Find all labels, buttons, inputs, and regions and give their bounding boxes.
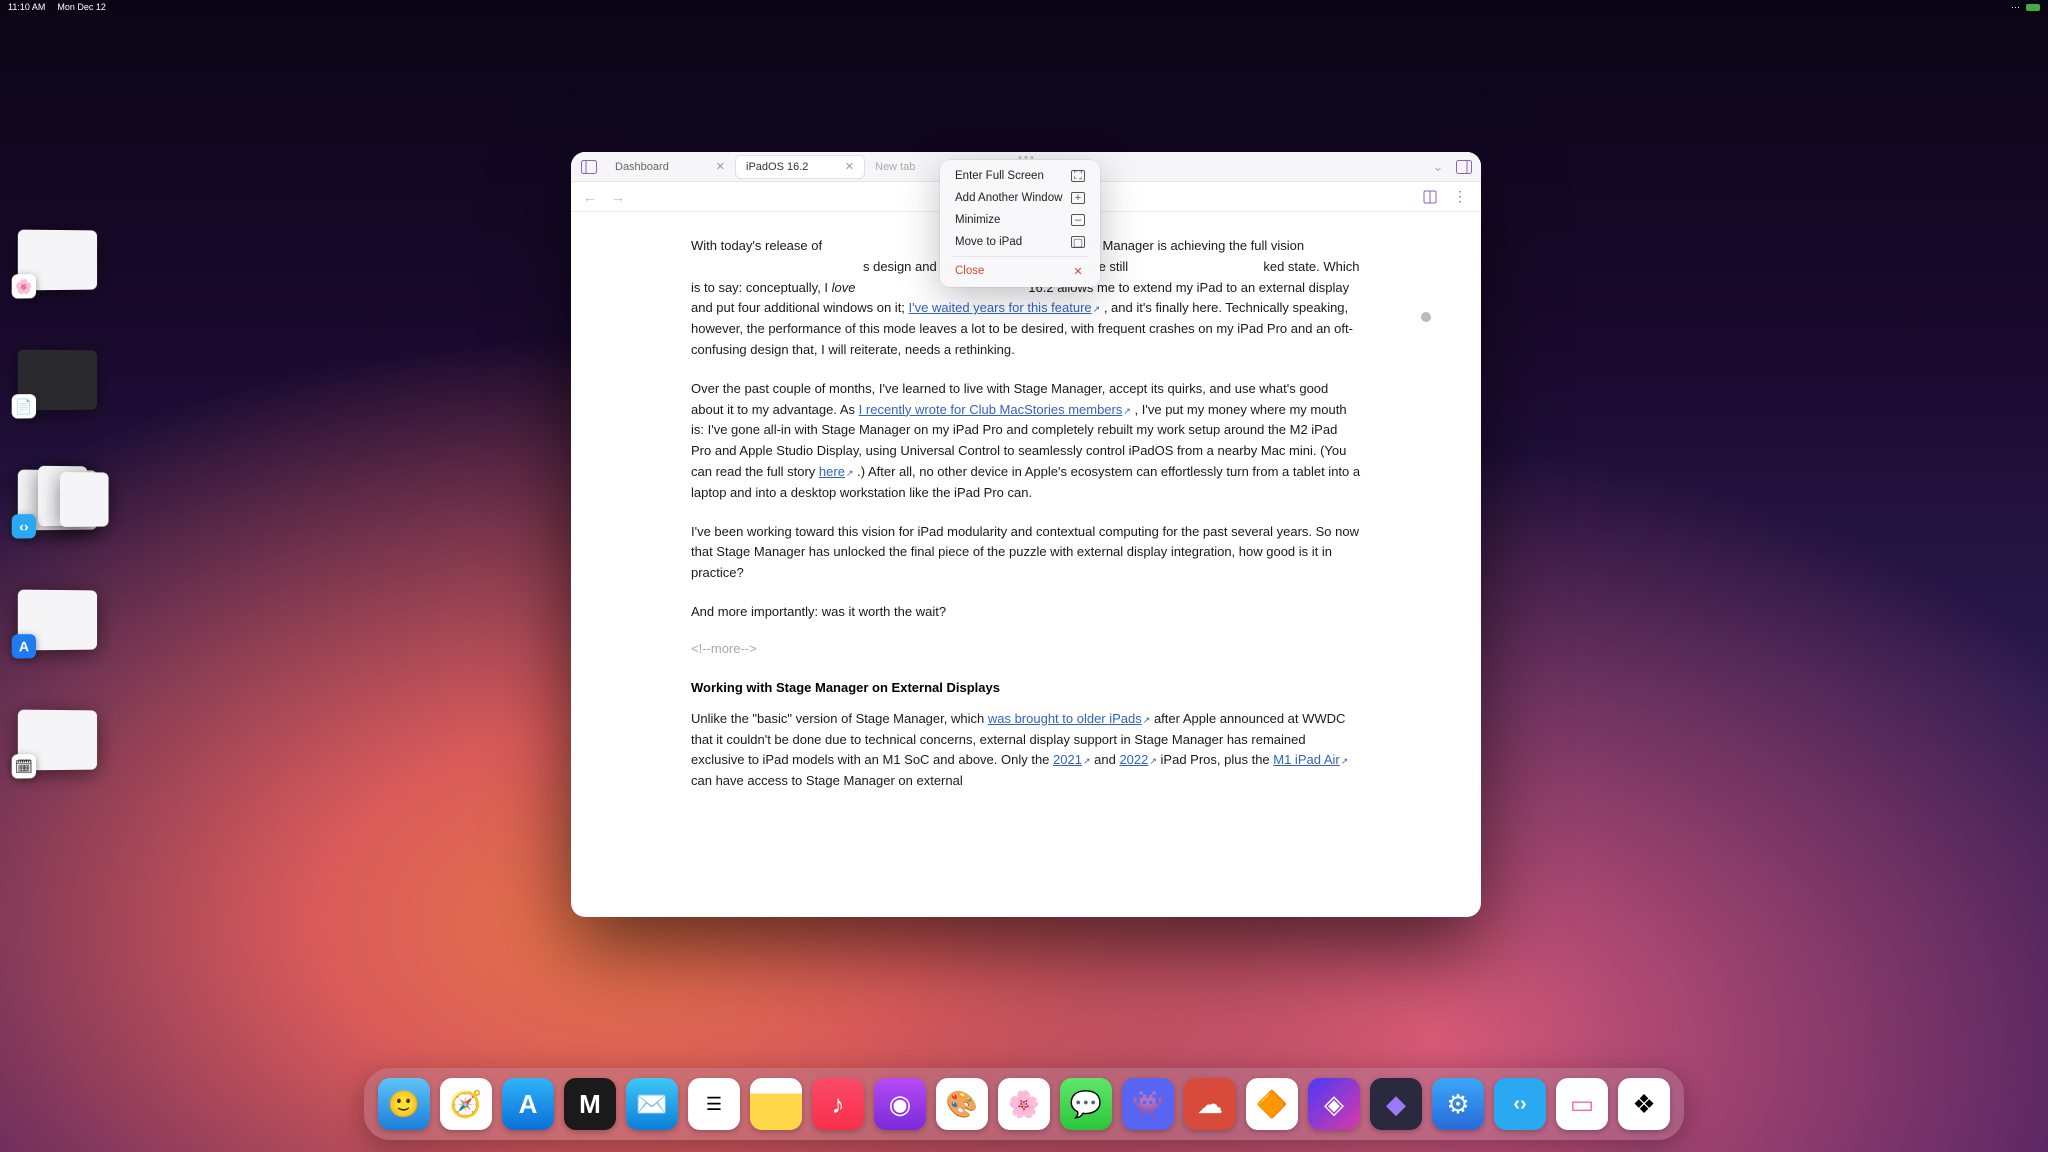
paragraph: Unlike the "basic" version of Stage Mana… xyxy=(691,709,1361,792)
external-link-icon: ↗ xyxy=(1143,715,1151,725)
paragraph: I've been working toward this vision for… xyxy=(691,522,1361,584)
link-m1-ipad-air[interactable]: M1 iPad Air xyxy=(1273,752,1339,767)
link-older-ipads[interactable]: was brought to older iPads xyxy=(988,711,1142,726)
sidebar-toggle-icon[interactable] xyxy=(579,157,599,177)
dock-matter[interactable]: M xyxy=(564,1078,616,1130)
menu-divider xyxy=(951,256,1089,257)
dock-app2[interactable]: 🔶 xyxy=(1246,1078,1298,1130)
menu-label: Move to iPad xyxy=(955,236,1022,248)
menubar-date: Mon Dec 12 xyxy=(57,2,106,12)
dock-appstore[interactable]: A xyxy=(502,1078,554,1130)
dock-messages[interactable]: 💬 xyxy=(1060,1078,1112,1130)
chevron-down-icon[interactable]: ⌄ xyxy=(1429,158,1447,176)
code-icon: ‹› xyxy=(12,514,36,539)
paragraph: And more importantly: was it worth the w… xyxy=(691,602,1361,623)
more-icon[interactable]: ⋮ xyxy=(1451,188,1469,206)
stage-thumb[interactable]: A xyxy=(18,590,97,651)
scroll-indicator-icon[interactable] xyxy=(1421,312,1431,322)
dock-reminders[interactable]: ☰ xyxy=(688,1078,740,1130)
external-link-icon: ↗ xyxy=(1083,756,1091,766)
external-link-icon: ↗ xyxy=(1123,406,1131,416)
html-comment: <!--more--> xyxy=(691,641,1361,656)
external-link-icon: ↗ xyxy=(1341,756,1349,766)
menubar-time: 11:10 AM xyxy=(8,2,45,12)
dock-photos[interactable]: 🌸 xyxy=(998,1078,1050,1130)
dock-app1[interactable]: ☁ xyxy=(1184,1078,1236,1130)
link-here[interactable]: here xyxy=(819,464,845,479)
photos-icon: 🌸 xyxy=(12,274,36,299)
dock-freeform[interactable]: 🎨 xyxy=(936,1078,988,1130)
dock-music[interactable]: ♪ xyxy=(812,1078,864,1130)
calendar-icon: 🗓 xyxy=(12,754,36,779)
link-club-macstories[interactable]: I recently wrote for Club MacStories mem… xyxy=(859,402,1123,417)
dock-app5[interactable]: ❖ xyxy=(1618,1078,1670,1130)
menu-label: Close xyxy=(955,265,984,277)
close-icon[interactable]: ✕ xyxy=(716,160,725,173)
battery-icon xyxy=(2026,4,2040,11)
menu-label: Add Another Window xyxy=(955,192,1062,204)
dock-discord[interactable]: 👾 xyxy=(1122,1078,1174,1130)
menu-move-to-ipad[interactable]: Move to iPad ▢ xyxy=(945,231,1095,253)
menu-minimize[interactable]: Minimize – xyxy=(945,209,1095,231)
menu-close[interactable]: Close ✕ xyxy=(945,260,1095,282)
stage-manager-strip: 🌸 📄 ‹› A 🗓 xyxy=(18,230,98,770)
external-link-icon: ↗ xyxy=(846,468,854,478)
menubar-dots-icon: ⋯ xyxy=(2011,2,2020,13)
fullscreen-icon: ⛶ xyxy=(1071,170,1085,182)
minimize-icon: – xyxy=(1071,214,1085,226)
back-icon[interactable]: ← xyxy=(583,189,599,205)
forward-icon[interactable]: → xyxy=(611,189,627,205)
dock-notes[interactable] xyxy=(750,1078,802,1130)
link-2021[interactable]: 2021 xyxy=(1053,752,1082,767)
link-waited-years[interactable]: I've waited years for this feature xyxy=(909,300,1092,315)
close-icon: ✕ xyxy=(1071,265,1085,277)
stage-thumb[interactable]: ‹› xyxy=(18,470,97,531)
article-content: With today's release of iPadOS 16.2, ext… xyxy=(571,212,1481,917)
dock-obsidian[interactable]: ◆ xyxy=(1370,1078,1422,1130)
tab-label: New tab xyxy=(875,161,915,173)
stage-thumb[interactable]: 🌸 xyxy=(18,230,97,291)
paragraph: Over the past couple of months, I've lea… xyxy=(691,379,1361,504)
window-context-menu: Enter Full Screen ⛶ Add Another Window +… xyxy=(940,160,1100,287)
menubar: 11:10 AM Mon Dec 12 ⋯ xyxy=(0,0,2048,14)
stage-thumb[interactable]: 📄 xyxy=(18,350,97,411)
tab-new[interactable]: New tab xyxy=(865,161,925,173)
menu-enter-fullscreen[interactable]: Enter Full Screen ⛶ xyxy=(945,165,1095,187)
link-2022[interactable]: 2022 xyxy=(1119,752,1148,767)
dock-safari[interactable]: 🧭 xyxy=(440,1078,492,1130)
split-view-icon[interactable] xyxy=(1455,158,1473,176)
close-icon[interactable]: ✕ xyxy=(845,160,854,173)
menu-label: Minimize xyxy=(955,214,1000,226)
dock-podcasts[interactable]: ◉ xyxy=(874,1078,926,1130)
tab-ipados[interactable]: iPadOS 16.2 ✕ xyxy=(735,155,865,179)
dock-app3[interactable]: ⚙ xyxy=(1432,1078,1484,1130)
tab-dashboard[interactable]: Dashboard ✕ xyxy=(605,155,735,179)
menu-label: Enter Full Screen xyxy=(955,170,1044,182)
dock-finder[interactable]: 🙂 xyxy=(378,1078,430,1130)
dock-app4[interactable]: ▭ xyxy=(1556,1078,1608,1130)
tab-label: Dashboard xyxy=(615,161,669,173)
document-icon: 📄 xyxy=(12,394,36,419)
section-heading: Working with Stage Manager on External D… xyxy=(691,680,1361,695)
ipad-icon: ▢ xyxy=(1071,236,1085,248)
dock-vscode[interactable]: ‹› xyxy=(1494,1078,1546,1130)
stage-thumb[interactable]: 🗓 xyxy=(18,710,97,771)
tab-label: iPadOS 16.2 xyxy=(746,161,808,173)
dock-shortcuts[interactable]: ◈ xyxy=(1308,1078,1360,1130)
window-grabber-icon[interactable] xyxy=(1019,156,1034,159)
add-window-icon: + xyxy=(1071,192,1085,204)
dock-mail[interactable]: ✉️ xyxy=(626,1078,678,1130)
external-link-icon: ↗ xyxy=(1149,756,1157,766)
menu-add-window[interactable]: Add Another Window + xyxy=(945,187,1095,209)
dock: 🙂 🧭 A M ✉️ ☰ ♪ ◉ 🎨 🌸 💬 👾 ☁ 🔶 ◈ ◆ ⚙ ‹› ▭ … xyxy=(364,1068,1684,1140)
appstore-icon: A xyxy=(12,634,36,659)
external-link-icon: ↗ xyxy=(1093,304,1101,314)
reader-icon[interactable] xyxy=(1421,188,1439,206)
